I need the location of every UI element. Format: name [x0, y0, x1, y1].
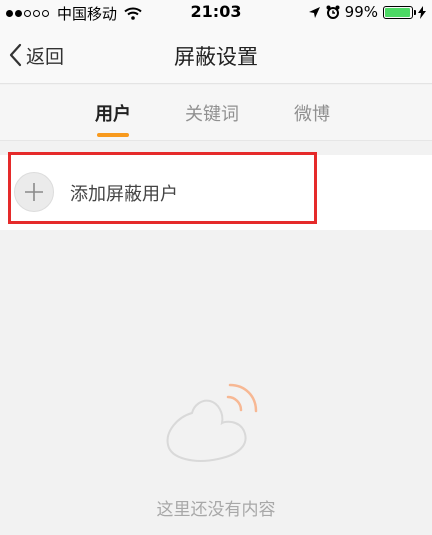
location-arrow-icon — [308, 6, 320, 18]
status-right: 99% — [308, 3, 426, 21]
charging-bolt-icon — [418, 5, 426, 19]
status-bar: 中国移动 21:03 99% — [0, 0, 432, 26]
tab-users[interactable]: 用户 — [73, 100, 153, 126]
tab-bar: 用户 关键词 微博 — [0, 85, 432, 141]
tab-weibo[interactable]: 微博 — [272, 100, 352, 126]
screen: 中国移动 21:03 99% 返回 屏蔽设置 用户 关键词 微博 添加屏蔽用户 … — [0, 0, 432, 535]
highlight-box — [8, 152, 317, 224]
alarm-clock-icon — [326, 5, 340, 19]
active-tab-indicator — [97, 133, 129, 137]
page-title: 屏蔽设置 — [174, 45, 258, 69]
battery-percentage: 99% — [344, 3, 378, 21]
empty-state-text: 这里还没有内容 — [156, 500, 276, 520]
tab-keywords[interactable]: 关键词 — [172, 100, 252, 126]
battery-icon — [383, 5, 416, 19]
navigation-bar: 返回 屏蔽设置 — [0, 26, 432, 84]
empty-state-icon — [166, 383, 258, 462]
